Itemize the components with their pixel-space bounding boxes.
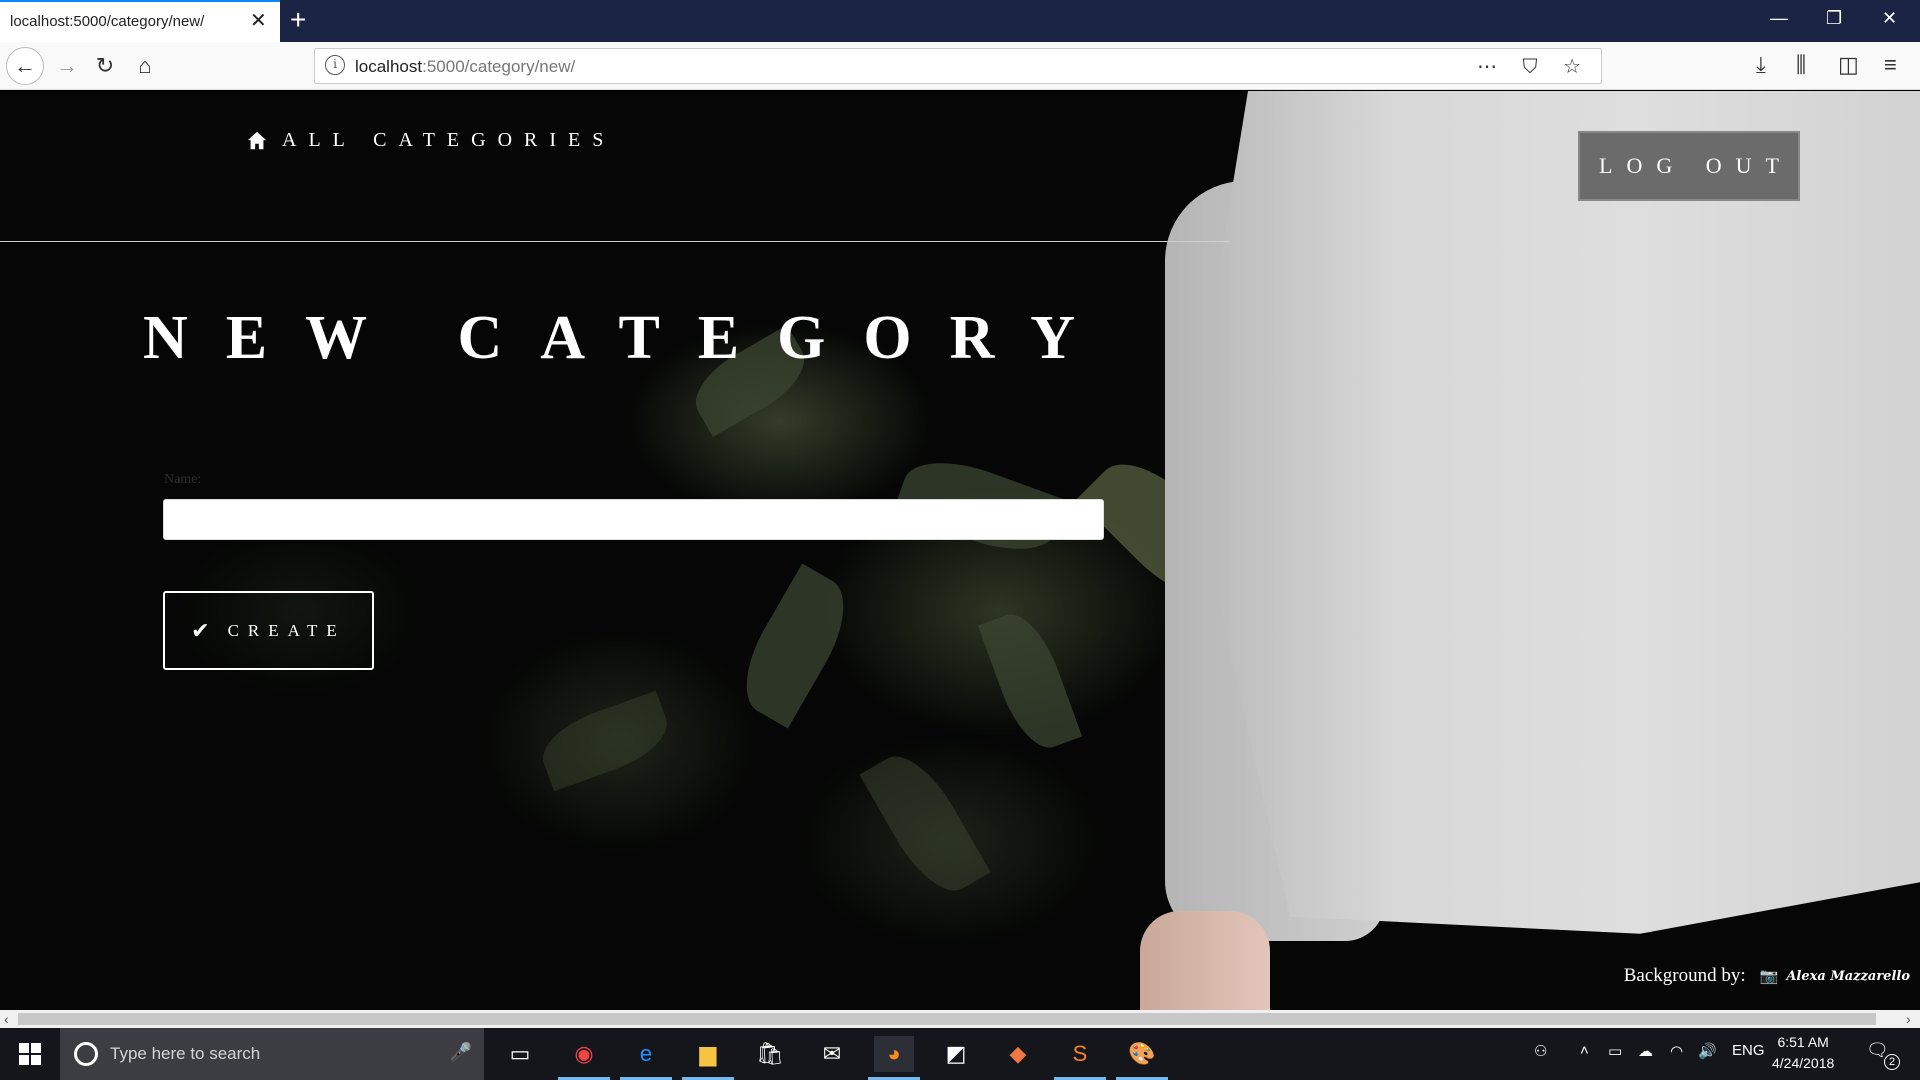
scroll-right-icon[interactable]: › bbox=[1906, 1010, 1911, 1028]
page-title: NEW CATEGORY bbox=[143, 304, 1113, 372]
action-center-icon[interactable]: 🗨 2 bbox=[1866, 1040, 1900, 1070]
show-hidden-icons[interactable]: ˄ bbox=[1580, 1042, 1589, 1059]
wifi-icon[interactable]: ◠ bbox=[1670, 1042, 1683, 1060]
all-categories-label: ALL CATEGORIES bbox=[282, 129, 616, 151]
browser-tabbar: localhost:5000/category/new/ ✕ + — ❐ ✕ bbox=[0, 0, 1920, 42]
browser-tab[interactable]: localhost:5000/category/new/ ✕ bbox=[0, 0, 280, 42]
store-icon[interactable]: 🛍 bbox=[750, 1036, 790, 1072]
site-info-icon[interactable]: i bbox=[325, 55, 345, 75]
sticky-notes-icon[interactable]: ◩ bbox=[936, 1036, 976, 1072]
minimize-icon[interactable]: — bbox=[1770, 8, 1788, 28]
leaf-decoration bbox=[533, 690, 677, 792]
battery-icon[interactable]: ▭ bbox=[1608, 1042, 1622, 1060]
scroll-left-icon[interactable]: ‹ bbox=[4, 1010, 9, 1028]
create-button[interactable]: ✔ CREATE bbox=[163, 591, 374, 670]
background-credit: Background by: 📷 Alexa Mazzarello bbox=[1624, 965, 1910, 987]
name-label: Name: bbox=[164, 472, 202, 487]
page-content: ALL CATEGORIES LOG OUT NEW CATEGORY Name… bbox=[0, 91, 1920, 1010]
name-input[interactable] bbox=[163, 499, 1104, 540]
menu-icon[interactable]: ≡ bbox=[1884, 52, 1897, 78]
taskbar: Type here to search 🎤 ▭ ◉ e ▆ 🛍 ✉ ◕ ◩ ◆ … bbox=[0, 1028, 1920, 1080]
header-divider bbox=[0, 241, 1230, 242]
tab-title: localhost:5000/category/new/ bbox=[10, 13, 205, 30]
close-window-icon[interactable]: ✕ bbox=[1882, 8, 1897, 28]
file-explorer-icon[interactable]: ▆ bbox=[688, 1036, 728, 1072]
clock-date: 4/24/2018 bbox=[1772, 1055, 1835, 1071]
clock[interactable]: 6:51 AM 4/24/2018 bbox=[1772, 1032, 1834, 1074]
page-actions-icons[interactable]: ⋯ ⛉ ☆ bbox=[1477, 54, 1591, 79]
credit-label: Background by: bbox=[1623, 965, 1746, 986]
downloads-icon[interactable]: ⤓ bbox=[1756, 52, 1766, 78]
create-label: CREATE bbox=[227, 620, 346, 640]
clock-time: 6:51 AM bbox=[1777, 1034, 1829, 1050]
windows-icon bbox=[19, 1043, 41, 1065]
new-tab-icon[interactable]: + bbox=[290, 4, 306, 36]
taskbar-search[interactable]: Type here to search 🎤 bbox=[60, 1028, 484, 1080]
close-tab-icon[interactable]: ✕ bbox=[250, 11, 267, 31]
reload-icon[interactable]: ↻ bbox=[88, 49, 122, 83]
restore-icon[interactable]: ❐ bbox=[1826, 8, 1842, 28]
git-icon[interactable]: ◆ bbox=[998, 1036, 1038, 1072]
library-icon[interactable]: ⫼ bbox=[1796, 52, 1806, 78]
camera-icon: 📷 bbox=[1759, 968, 1779, 985]
horizontal-scrollbar[interactable]: ‹ › bbox=[0, 1010, 1920, 1028]
task-view-icon[interactable]: ▭ bbox=[500, 1036, 540, 1072]
url-text: localhost:5000/category/new/ bbox=[355, 57, 576, 76]
paint-icon[interactable]: 🎨 bbox=[1122, 1036, 1162, 1072]
language-indicator[interactable]: ENG bbox=[1732, 1042, 1765, 1059]
scrollbar-thumb[interactable] bbox=[18, 1013, 1876, 1025]
sidebar-icon[interactable]: ◫ bbox=[1838, 52, 1859, 78]
forward-icon[interactable]: → bbox=[50, 49, 84, 83]
people-icon[interactable]: ⚇ bbox=[1534, 1042, 1547, 1060]
background-photo-arm bbox=[1140, 911, 1270, 1010]
onedrive-icon[interactable]: ☁ bbox=[1638, 1042, 1653, 1060]
leaf-decoration bbox=[977, 604, 1083, 758]
checkmark-icon: ✔ bbox=[191, 617, 210, 643]
chrome-icon[interactable]: ◉ bbox=[564, 1036, 604, 1072]
search-placeholder: Type here to search bbox=[110, 1044, 261, 1063]
browser-navbar: ← → ↻ ⌂ i localhost:5000/category/new/ ⋯… bbox=[0, 42, 1920, 90]
home-browser-icon[interactable]: ⌂ bbox=[128, 49, 162, 83]
back-icon[interactable]: ← bbox=[6, 47, 44, 85]
firefox-icon[interactable]: ◕ bbox=[874, 1036, 914, 1072]
leaf-decoration bbox=[727, 563, 863, 729]
cortana-icon bbox=[74, 1042, 98, 1066]
leaf-decoration bbox=[859, 742, 991, 905]
credit-name-link[interactable]: Alexa Mazzarello bbox=[1786, 969, 1910, 984]
sublime-text-icon[interactable]: S bbox=[1060, 1036, 1100, 1072]
home-icon bbox=[247, 131, 267, 149]
edge-icon[interactable]: e bbox=[626, 1036, 666, 1072]
mail-icon[interactable]: ✉ bbox=[812, 1036, 852, 1072]
volume-icon[interactable]: 🔊 bbox=[1698, 1042, 1717, 1060]
all-categories-link[interactable]: ALL CATEGORIES bbox=[246, 129, 615, 152]
notification-count: 2 bbox=[1884, 1054, 1900, 1070]
start-button[interactable] bbox=[0, 1028, 60, 1080]
background-photo-sweater bbox=[1220, 91, 1920, 934]
logout-button[interactable]: LOG OUT bbox=[1578, 131, 1800, 201]
microphone-icon[interactable]: 🎤 bbox=[450, 1042, 472, 1063]
url-bar[interactable]: i localhost:5000/category/new/ ⋯ ⛉ ☆ bbox=[314, 48, 1602, 84]
